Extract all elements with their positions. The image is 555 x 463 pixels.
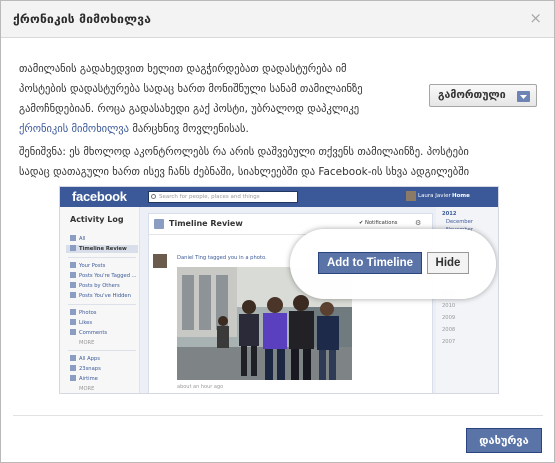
timeline-review-link[interactable]: ქრონიკის მიმოხილვა [19,123,129,135]
preview-nav-label: Posts You've Hidden [79,293,131,299]
facebook-logo: facebook [72,189,127,204]
preview-nav-item: All Apps [70,355,100,363]
preview-add-to-timeline-button: Add to Timeline [318,252,422,274]
preview-timeline-review-title: Timeline Review [169,219,243,228]
chevron-down-icon [517,91,530,102]
preview-nav-label: Airtime [79,376,98,382]
preview-year: 2009 [442,315,456,321]
dialog-header: ქრონიკის მიმოხილვა × [1,1,554,38]
preview-nav-item: Likes [70,319,92,327]
preview-post-text: Daniel Ting tagged you in a photo. [177,255,267,261]
close-button[interactable]: დახურვა [466,428,542,453]
preview-search-box: Search for people, places and things [148,191,298,203]
preview-nav-label: Photos [79,310,97,316]
preview-nav-item: Your Posts [70,262,105,270]
app-icon [70,365,76,371]
note-text: შენიშვნა: ეს მხოლოდ აკონტროლებს რა არის … [19,142,544,182]
preview-nav-label: 23snaps [79,366,101,372]
preview-year: 2007 [442,339,456,345]
preview-nav-label: All [79,236,86,242]
note-line: შენიშვნა: ეს მხოლოდ აკონტროლებს რა არის … [19,146,469,158]
dialog-title: ქრონიკის მიმოხილვა [13,12,152,26]
list-icon [70,235,76,241]
preview-notifications-label: Notifications [365,220,398,226]
explanation-line: თამილანის გადახედვით ხელით დაგჭირდებათ დ… [19,63,347,75]
comment-icon [70,329,76,335]
preview-nav-item: Posts You've Hidden [70,292,131,300]
preview-nav-label: Likes [79,320,93,326]
apps-icon [70,355,76,361]
preview-year: 2012 [442,211,457,217]
explanation-line: პოსტების დადასტურება სადაც ხართ მონიშნულ… [19,83,363,95]
preview-action-bubble: Add to Timeline Hide [290,229,496,299]
preview-nav-label: Posts by Others [79,283,120,289]
timeline-review-dialog: ქრონიკის მიმოხილვა × თამილანის გადახედვი… [0,0,555,463]
preview-nav-label: Posts You're Tagged ... [79,273,137,279]
tag-icon [70,272,76,278]
search-icon [151,194,156,199]
preview-nav-item: Posts You're Tagged ... [70,272,137,280]
divider [68,257,136,258]
preview-post-avatar [153,254,167,268]
preview-nav-item: 23snaps [70,365,101,373]
preview-year: 2010 [442,303,456,309]
preview-nav-label: Your Posts [79,263,106,269]
explanation-line-rest: მარცხნივ მოვლენისას. [129,123,249,135]
explanation-line: ქრონიკის მიმოხილვა მარცხნივ მოვლენისას. [19,119,409,139]
facebook-top-bar: facebook Search for people, places and t… [60,187,498,207]
hidden-icon [70,292,76,298]
preview-activity-sidebar: Activity Log All Timeline Review Your Po… [60,207,140,393]
explanation-line: გამოჩნდებიან. როცა გადასახედი გაქ პოსტი,… [19,103,360,115]
preview-month: December [446,219,473,225]
preview-nav-item: Airtime [70,375,98,383]
preview-nav-label: All Apps [79,356,100,362]
preview-user-avatar [406,191,416,201]
explanation-text: თამილანის გადახედვით ხელით დაგჭირდებათ დ… [19,59,409,139]
dropdown-value: გამორთული [438,89,506,101]
timeline-review-preview-image: facebook Search for people, places and t… [59,186,499,394]
timeline-icon [70,245,76,251]
timeline-icon [154,219,164,229]
preview-hide-button: Hide [427,252,469,274]
preview-nav-item: All [70,235,85,243]
preview-search-placeholder: Search for people, places and things [159,194,260,200]
preview-nav-label: Timeline Review [79,246,127,252]
note-line: სადაც დათაგული ხართ ისევ ჩანს ძებნაში, ს… [19,166,470,178]
preview-user-name: Laura Javier [418,193,451,199]
divider [68,304,136,305]
close-icon[interactable]: × [529,9,542,27]
post-icon [70,262,76,268]
preview-nav-label: Comments [79,330,108,336]
preview-activity-log-title: Activity Log [70,215,124,224]
like-icon [70,319,76,325]
app-icon [70,375,76,381]
preview-notifications: ✔ Notifications [359,220,397,226]
gear-icon: ⚙ [415,219,422,227]
preview-post-time: about an hour ago [177,384,224,390]
divider [13,415,543,416]
preview-nav-more: MORE [79,386,95,392]
preview-nav-more: MORE [79,340,95,346]
timeline-review-setting-dropdown[interactable]: გამორთული [429,84,537,107]
preview-nav-item: Posts by Others [70,282,120,290]
people-icon [70,282,76,288]
preview-nav-item: Comments [70,329,107,337]
preview-nav-item-active: Timeline Review [66,245,138,253]
preview-year: 2008 [442,327,456,333]
photo-icon [70,309,76,315]
preview-home-link: Home [452,193,470,199]
preview-nav-item: Photos [70,309,97,317]
divider [68,350,136,351]
